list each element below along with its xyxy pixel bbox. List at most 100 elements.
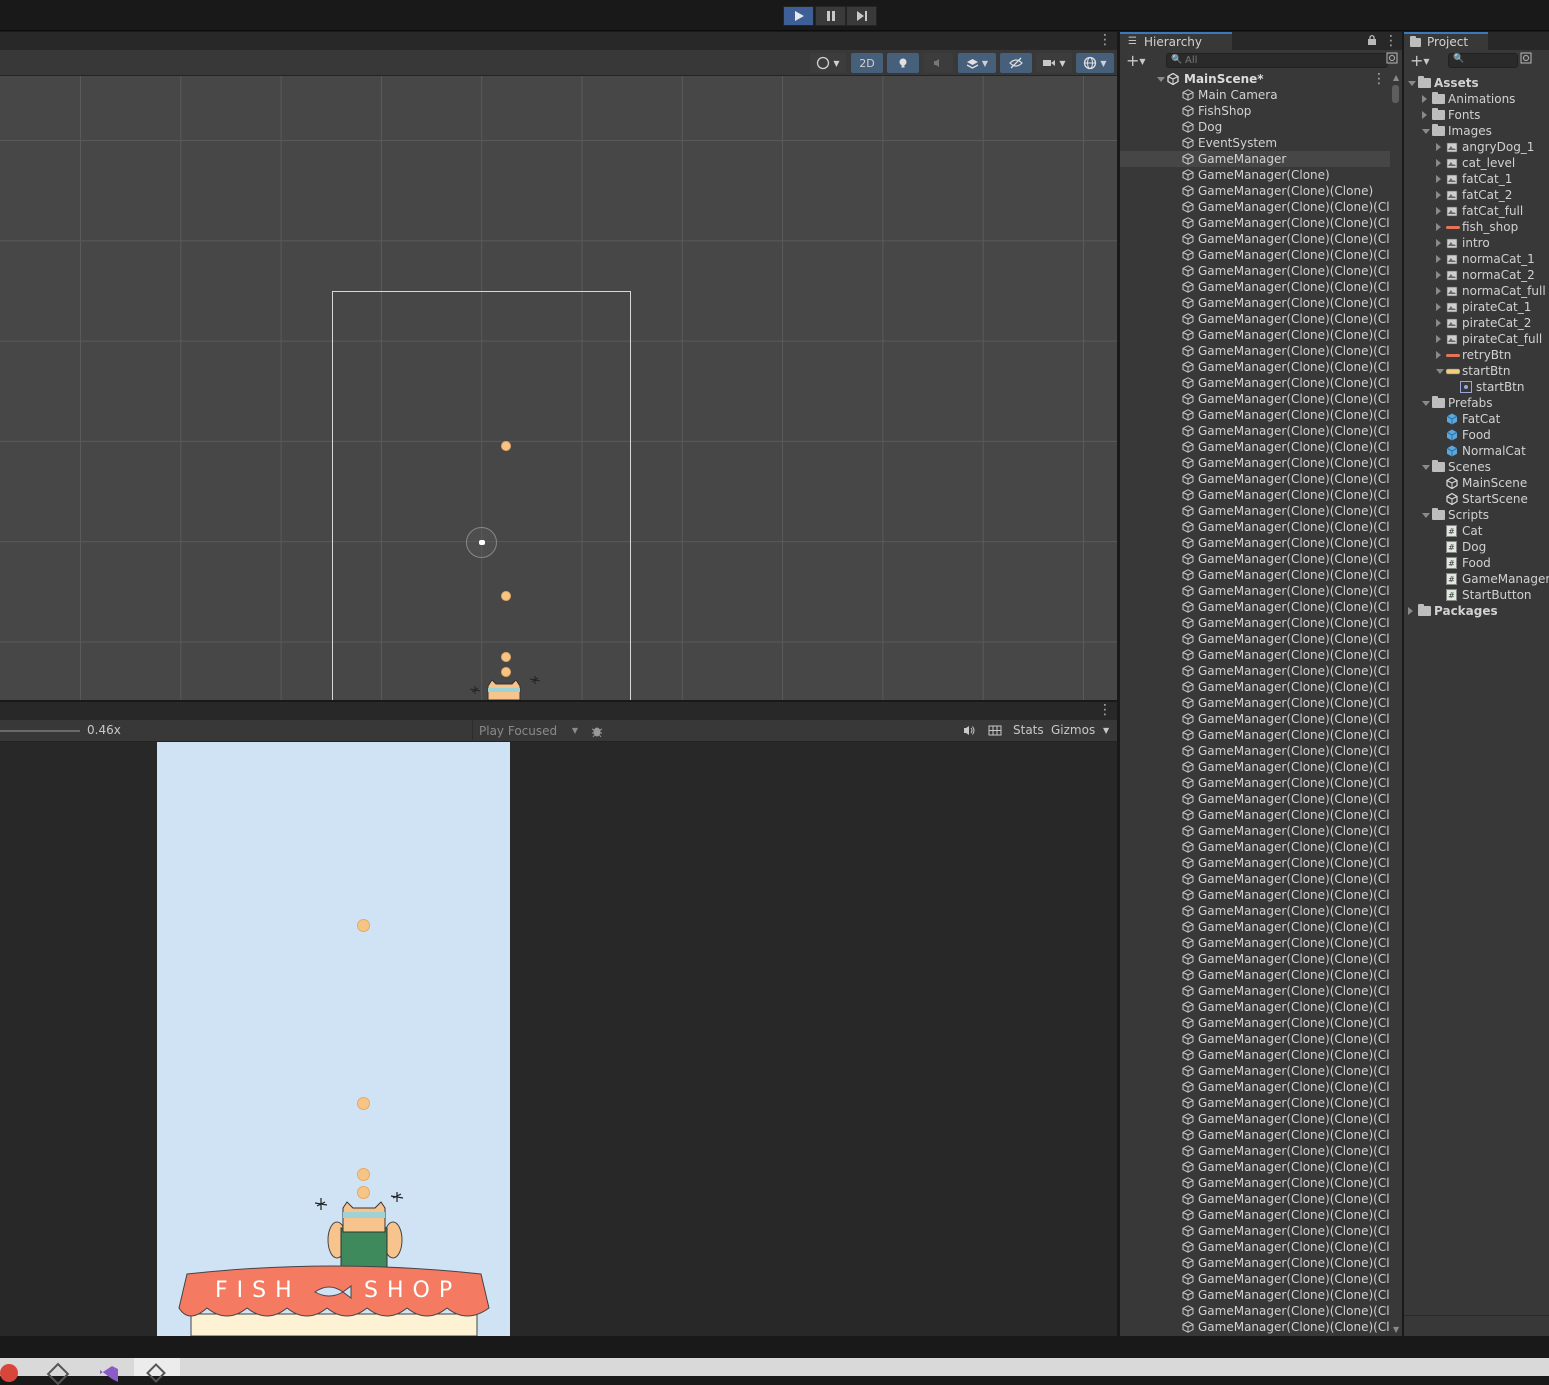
hierarchy-row[interactable]: GameManager(Clone)(Clone)(Clone) — [1120, 343, 1390, 359]
hierarchy-row[interactable]: GameManager(Clone)(Clone)(Clone) — [1120, 1047, 1390, 1063]
expand-arrow-right-icon[interactable] — [1422, 111, 1427, 119]
hierarchy-row[interactable]: GameManager(Clone)(Clone)(Clone) — [1120, 535, 1390, 551]
scene-more-icon[interactable]: ⋮ — [1098, 33, 1112, 47]
hierarchy-row[interactable]: GameManager(Clone)(Clone) — [1120, 183, 1390, 199]
project-asset-row[interactable]: startBtn — [1404, 363, 1549, 379]
expand-arrow-down-icon[interactable] — [1422, 129, 1430, 134]
hierarchy-row[interactable]: FishShop — [1120, 103, 1390, 119]
expand-arrow-down-icon[interactable] — [1436, 369, 1444, 374]
project-asset-row[interactable]: retryBtn — [1404, 347, 1549, 363]
visual-studio-app-icon[interactable] — [96, 1364, 120, 1382]
hierarchy-row[interactable]: GameManager(Clone)(Clone)(Clone) — [1120, 263, 1390, 279]
project-folder-row[interactable]: Scenes — [1404, 459, 1549, 475]
hierarchy-row[interactable]: GameManager(Clone)(Clone)(Clone) — [1120, 1175, 1390, 1191]
hierarchy-row[interactable]: GameManager(Clone)(Clone)(Clone) — [1120, 679, 1390, 695]
hierarchy-row[interactable]: GameManager(Clone)(Clone)(Clone) — [1120, 1319, 1390, 1335]
hierarchy-row[interactable]: GameManager(Clone)(Clone)(Clone) — [1120, 247, 1390, 263]
hierarchy-row[interactable]: GameManager(Clone)(Clone)(Clone) — [1120, 967, 1390, 983]
hierarchy-row[interactable]: GameManager(Clone)(Clone)(Clone) — [1120, 359, 1390, 375]
hierarchy-row[interactable]: GameManager(Clone)(Clone)(Clone) — [1120, 1303, 1390, 1319]
scale-slider[interactable] — [0, 730, 80, 732]
hierarchy-row[interactable]: GameManager(Clone)(Clone)(Clone) — [1120, 823, 1390, 839]
expand-arrow-right-icon[interactable] — [1436, 239, 1441, 247]
hierarchy-row[interactable]: GameManager(Clone)(Clone)(Clone) — [1120, 567, 1390, 583]
project-asset-row[interactable]: normaCat_full — [1404, 283, 1549, 299]
project-asset-row[interactable]: MainScene — [1404, 475, 1549, 491]
unity-hub-app-icon[interactable] — [46, 1362, 70, 1385]
hierarchy-row[interactable]: GameManager(Clone)(Clone)(Clone) — [1120, 583, 1390, 599]
project-asset-row[interactable]: fish_shop — [1404, 219, 1549, 235]
project-asset-row[interactable]: fatCat_2 — [1404, 187, 1549, 203]
create-add-button[interactable]: +▼ — [1126, 51, 1146, 70]
unity-editor-app-icon[interactable] — [134, 1358, 180, 1383]
project-asset-row[interactable]: normaCat_1 — [1404, 251, 1549, 267]
expand-arrow-down-icon[interactable] — [1422, 513, 1430, 518]
hierarchy-row[interactable]: GameManager(Clone)(Clone)(Clone) — [1120, 1143, 1390, 1159]
hierarchy-row[interactable]: GameManager(Clone)(Clone)(Clone) — [1120, 1063, 1390, 1079]
project-asset-row[interactable]: intro — [1404, 235, 1549, 251]
expand-arrow-right-icon[interactable] — [1436, 287, 1441, 295]
hierarchy-row[interactable]: GameManager(Clone)(Clone)(Clone) — [1120, 471, 1390, 487]
hierarchy-row[interactable]: GameManager(Clone)(Clone)(Clone) — [1120, 951, 1390, 967]
project-search-input[interactable]: 🔍 — [1448, 53, 1518, 68]
project-asset-row[interactable]: pirateCat_1 — [1404, 299, 1549, 315]
game-more-icon[interactable]: ⋮ — [1098, 703, 1112, 717]
hierarchy-row[interactable]: Dog — [1120, 119, 1390, 135]
hierarchy-row[interactable]: GameManager(Clone)(Clone)(Clone) — [1120, 407, 1390, 423]
hierarchy-scrollbar[interactable]: ▲ ▼ — [1390, 71, 1402, 1336]
project-asset-row[interactable]: startBtn — [1404, 379, 1549, 395]
hierarchy-row[interactable]: GameManager(Clone)(Clone)(Clone) — [1120, 807, 1390, 823]
hierarchy-row[interactable]: GameManager(Clone)(Clone)(Clone) — [1120, 935, 1390, 951]
hierarchy-row[interactable]: GameManager(Clone)(Clone)(Clone) — [1120, 999, 1390, 1015]
hierarchy-row[interactable]: GameManager(Clone)(Clone)(Clone) — [1120, 487, 1390, 503]
project-asset-row[interactable]: # Dog — [1404, 539, 1549, 555]
expand-arrow-down-icon[interactable] — [1422, 465, 1430, 470]
scene-view[interactable] — [0, 76, 1117, 700]
hierarchy-row[interactable]: GameManager(Clone)(Clone)(Clone) — [1120, 551, 1390, 567]
hierarchy-row[interactable]: GameManager(Clone)(Clone)(Clone) — [1120, 1031, 1390, 1047]
hierarchy-row[interactable]: GameManager(Clone)(Clone)(Clone) — [1120, 983, 1390, 999]
hierarchy-row[interactable]: GameManager(Clone)(Clone)(Clone) — [1120, 839, 1390, 855]
hierarchy-row[interactable]: GameManager(Clone)(Clone)(Clone) — [1120, 1159, 1390, 1175]
expand-arrow-right-icon[interactable] — [1408, 607, 1413, 615]
stats-button[interactable]: Stats — [1013, 723, 1044, 737]
hierarchy-row[interactable]: GameManager(Clone)(Clone)(Clone) — [1120, 711, 1390, 727]
project-asset-row[interactable]: cat_level — [1404, 155, 1549, 171]
expand-arrow-right-icon[interactable] — [1436, 191, 1441, 199]
hierarchy-row[interactable]: GameManager(Clone)(Clone)(Clone) — [1120, 1223, 1390, 1239]
game-screen[interactable]: FISH SHOP — [157, 742, 510, 1336]
project-folder-row[interactable]: Assets — [1404, 75, 1549, 91]
hierarchy-row[interactable]: GameManager(Clone)(Clone)(Clone) — [1120, 503, 1390, 519]
project-folder-row[interactable]: Fonts — [1404, 107, 1549, 123]
project-folder-row[interactable]: Animations — [1404, 91, 1549, 107]
hierarchy-row[interactable]: GameManager(Clone)(Clone)(Clone) — [1120, 631, 1390, 647]
project-asset-row[interactable]: pirateCat_2 — [1404, 315, 1549, 331]
hierarchy-row[interactable]: GameManager(Clone)(Clone)(Clone) — [1120, 391, 1390, 407]
step-button[interactable] — [846, 6, 877, 26]
expand-arrow-right-icon[interactable] — [1436, 319, 1441, 327]
project-asset-row[interactable]: pirateCat_full — [1404, 331, 1549, 347]
scene-more-icon[interactable]: ⋮ — [1372, 72, 1386, 86]
hierarchy-row[interactable]: GameManager(Clone)(Clone)(Clone) — [1120, 855, 1390, 871]
project-asset-row[interactable]: # Cat — [1404, 523, 1549, 539]
hierarchy-search-input[interactable]: 🔍 All — [1166, 53, 1388, 68]
hierarchy-tab[interactable]: ☰ Hierarchy — [1120, 32, 1232, 50]
hierarchy-row[interactable]: GameManager(Clone)(Clone)(Clone) — [1120, 439, 1390, 455]
expand-arrow-right-icon[interactable] — [1436, 271, 1441, 279]
hierarchy-row[interactable]: GameManager(Clone)(Clone)(Clone) — [1120, 903, 1390, 919]
camera-dropdown[interactable]: ▼ — [1036, 53, 1072, 73]
hierarchy-row[interactable]: GameManager(Clone)(Clone)(Clone) — [1120, 871, 1390, 887]
project-asset-row[interactable]: # GameManager — [1404, 571, 1549, 587]
expand-arrow-right-icon[interactable] — [1436, 207, 1441, 215]
expand-arrow-right-icon[interactable] — [1436, 159, 1441, 167]
project-asset-row[interactable]: fatCat_full — [1404, 203, 1549, 219]
scrollbar-thumb[interactable] — [1392, 85, 1399, 103]
scroll-up-arrow-icon[interactable]: ▲ — [1393, 73, 1399, 82]
audio-toggle[interactable] — [923, 53, 953, 73]
hierarchy-row[interactable]: GameManager(Clone)(Clone)(Clone) — [1120, 1255, 1390, 1271]
project-asset-row[interactable]: FatCat — [1404, 411, 1549, 427]
hierarchy-row[interactable]: GameManager(Clone)(Clone)(Clone) — [1120, 1095, 1390, 1111]
hierarchy-row[interactable]: GameManager(Clone)(Clone)(Clone) — [1120, 231, 1390, 247]
hierarchy-row[interactable]: GameManager(Clone)(Clone)(Clone) — [1120, 423, 1390, 439]
lock-icon[interactable] — [1367, 34, 1377, 48]
